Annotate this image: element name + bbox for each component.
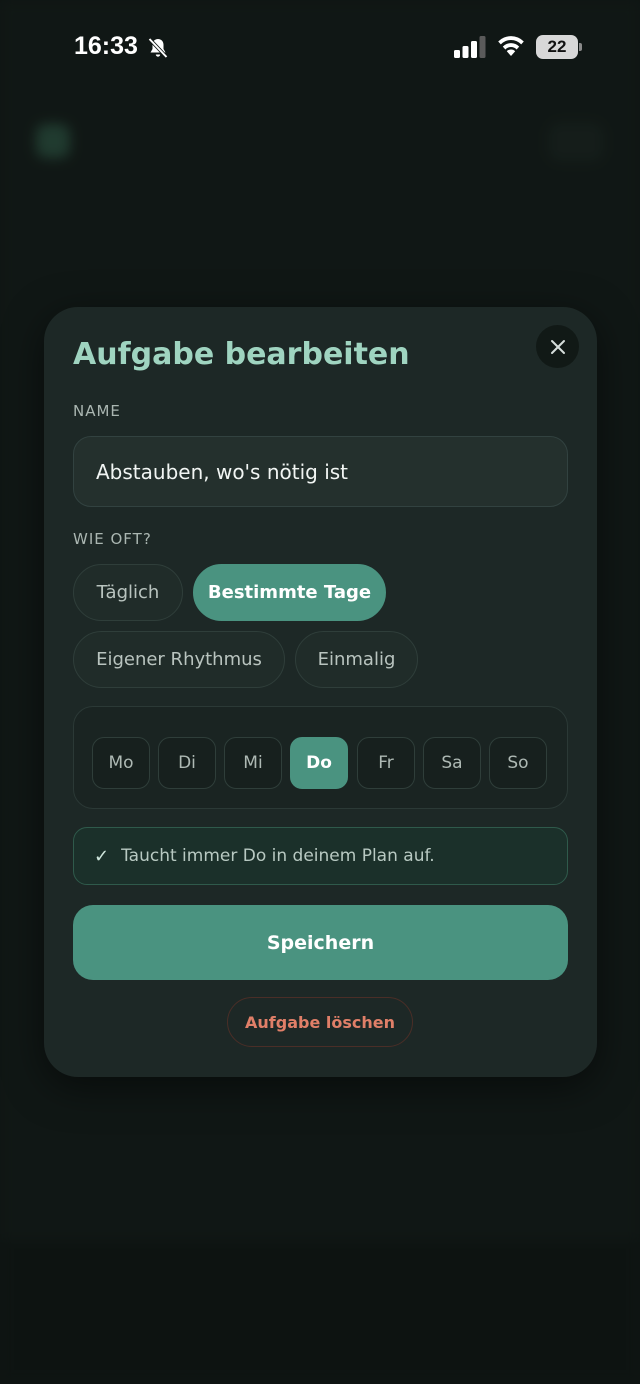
edit-task-dialog: Aufgabe bearbeiten NAME WIE OFT? Täglich… xyxy=(44,307,597,1077)
frequency-option-custom-rhythm[interactable]: Eigener Rhythmus xyxy=(73,631,285,688)
background-header xyxy=(30,110,610,180)
save-button[interactable]: Speichern xyxy=(73,905,568,980)
day-sunday[interactable]: So xyxy=(489,737,547,789)
frequency-option-once[interactable]: Einmalig xyxy=(295,631,418,688)
day-friday[interactable]: Fr xyxy=(357,737,415,789)
day-monday[interactable]: Mo xyxy=(92,737,150,789)
status-bar: 16:33 22 xyxy=(0,0,640,92)
dialog-title: Aufgabe bearbeiten xyxy=(73,337,410,372)
close-icon xyxy=(550,339,565,354)
background-header-button xyxy=(548,122,604,162)
day-tuesday[interactable]: Di xyxy=(158,737,216,789)
background-logo xyxy=(36,124,70,158)
weekday-selector: Mo Di Mi Do Fr Sa So xyxy=(73,706,568,809)
battery-cap xyxy=(579,43,582,51)
task-name-input[interactable] xyxy=(73,436,568,507)
wifi-icon xyxy=(498,36,524,56)
schedule-info: ✓ Taucht immer Do in deinem Plan auf. xyxy=(73,827,568,885)
battery-icon: 22 xyxy=(536,35,582,59)
frequency-label: WIE OFT? xyxy=(73,530,152,548)
frequency-option-daily[interactable]: Täglich xyxy=(73,564,183,621)
background-tab-bar xyxy=(0,1240,640,1384)
day-thursday[interactable]: Do xyxy=(290,737,348,789)
day-wednesday[interactable]: Mi xyxy=(224,737,282,789)
schedule-info-text: Taucht immer Do in deinem Plan auf. xyxy=(121,846,435,866)
day-saturday[interactable]: Sa xyxy=(423,737,481,789)
cellular-signal-icon xyxy=(454,36,486,58)
status-time: 16:33 xyxy=(74,32,138,60)
bell-slash-icon xyxy=(148,37,168,59)
frequency-option-specific-days[interactable]: Bestimmte Tage xyxy=(193,564,386,621)
battery-level: 22 xyxy=(536,35,578,59)
check-icon: ✓ xyxy=(94,845,110,867)
delete-task-button[interactable]: Aufgabe löschen xyxy=(227,997,413,1047)
name-label: NAME xyxy=(73,402,121,420)
close-button[interactable] xyxy=(536,325,579,368)
